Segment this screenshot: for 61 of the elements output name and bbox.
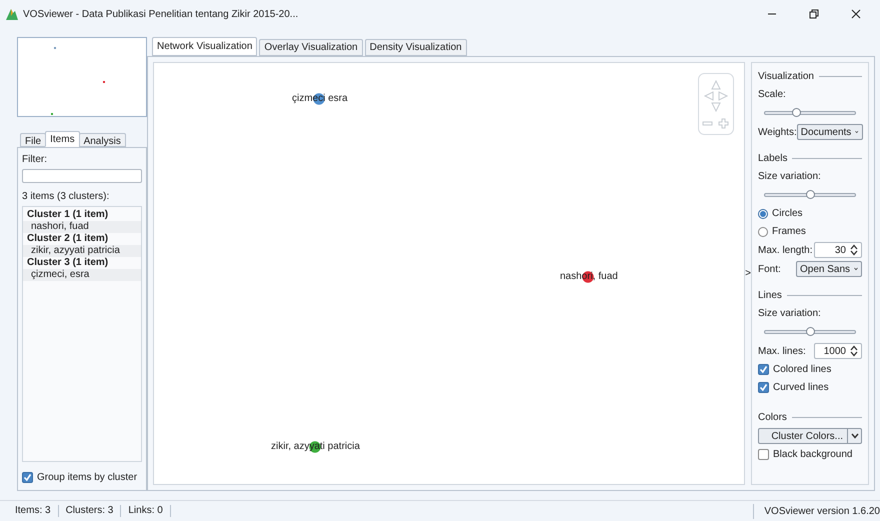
checkbox-label: Black background [773, 448, 852, 462]
status-field: Items: 3 [8, 505, 59, 517]
dropdown[interactable]: Documents [796, 124, 863, 140]
checkbox-label: Colored lines [773, 363, 832, 377]
filter-label: Filter: [22, 153, 48, 167]
cluster-header[interactable]: Cluster 1 (1 item) [23, 209, 141, 221]
section-title: Colors [758, 411, 787, 425]
app-logo-icon [5, 7, 19, 21]
tab[interactable]: Analysis [78, 133, 126, 147]
window-title: VOSviewer - Data Publikasi Penelitian tentang Zikir 2015-20... [23, 8, 298, 22]
tab[interactable]: Density Visualization [364, 39, 467, 56]
section-title: Lines [758, 289, 782, 303]
list-item[interactable]: çizmeci, esra [23, 269, 141, 281]
status-field: Clusters: 3 [58, 505, 122, 517]
field-label: Font: [758, 262, 781, 276]
field-label: Size variation: [758, 307, 822, 321]
number-field[interactable]: 30 [814, 242, 862, 258]
status-field: Links: 0 [121, 505, 171, 517]
dropdown-button[interactable] [848, 428, 862, 444]
filter-field[interactable] [22, 169, 142, 183]
restore-icon [809, 9, 819, 19]
slider-thumb[interactable] [806, 327, 814, 336]
slider-thumb[interactable] [806, 190, 814, 199]
checkbox[interactable] [758, 449, 769, 460]
field-label: Max. lines: [758, 344, 806, 358]
checkbox[interactable] [758, 364, 769, 375]
field-label: Scale: [758, 88, 787, 102]
panel-toggle[interactable]: > [745, 266, 751, 281]
cluster-header[interactable]: Cluster 2 (1 item) [23, 233, 141, 245]
tab[interactable]: Overlay Visualization [259, 39, 363, 56]
list-item[interactable]: nashori, fuad [23, 221, 141, 233]
field-label: Max. length: [758, 244, 812, 258]
close-icon [851, 9, 861, 19]
section-title: Visualization [758, 70, 814, 84]
caret-icon [854, 266, 858, 272]
radio-button[interactable] [758, 208, 768, 218]
radio-label: Circles [772, 207, 803, 221]
checkbox-label: Group items by cluster [37, 471, 138, 485]
spinner-arrows-icon [850, 345, 858, 357]
radio-label: Frames [772, 225, 806, 239]
checkbox[interactable] [22, 472, 33, 483]
tab[interactable]: Network Visualization [152, 37, 258, 56]
field-label: Size variation: [758, 170, 822, 184]
list-item[interactable]: zikir, azyyati patricia [23, 245, 141, 257]
field-label: Weights: [758, 126, 797, 140]
overview-map[interactable] [17, 37, 147, 117]
section-title: Labels [758, 152, 788, 166]
items-summary: 3 items (3 clusters): [22, 190, 110, 204]
number-field[interactable]: 1000 [814, 343, 862, 359]
checkbox-label: Curved lines [773, 381, 829, 395]
radio-button[interactable] [758, 226, 768, 236]
dropdown[interactable]: Open Sans [796, 261, 862, 277]
caret-icon [850, 433, 858, 439]
spinner-arrows-icon [850, 244, 858, 256]
tab[interactable]: File [20, 133, 46, 147]
version-label: VOSviewer version 1.6.20 [753, 504, 880, 518]
tab[interactable]: Items [45, 131, 80, 147]
cluster-colors-button[interactable]: Cluster Colors... [758, 428, 848, 444]
checkbox[interactable] [758, 382, 769, 393]
slider-thumb[interactable] [792, 108, 801, 117]
cluster-header[interactable]: Cluster 3 (1 item) [23, 257, 141, 269]
